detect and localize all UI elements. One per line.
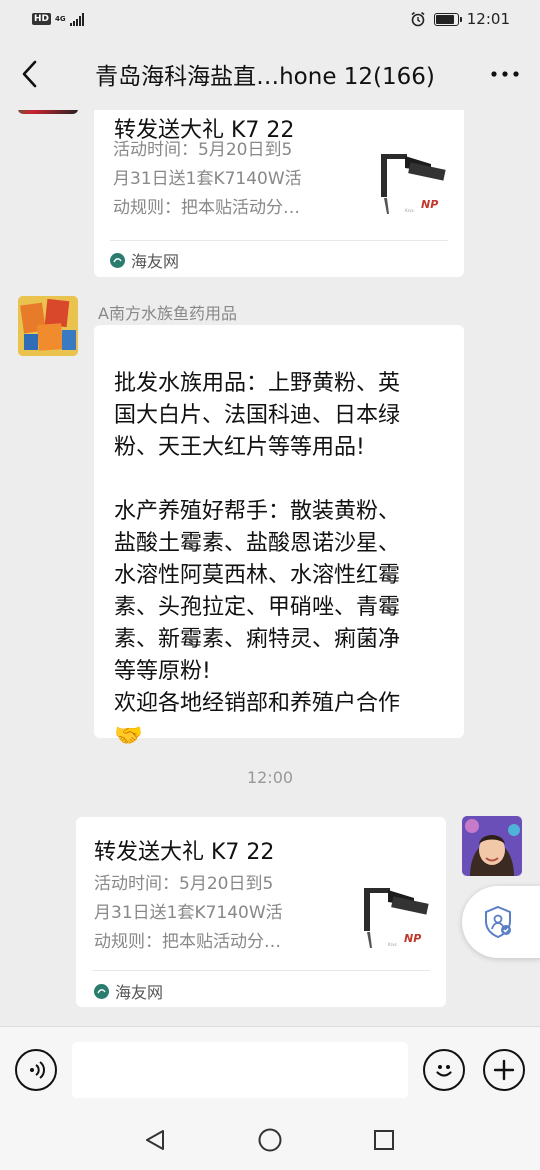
card-divider	[92, 970, 430, 971]
more-button[interactable]	[470, 38, 540, 110]
emoji-button[interactable]	[423, 1049, 465, 1091]
input-bar	[0, 1026, 540, 1110]
chat-header: 青岛海科海盐直…hone 12(166)	[0, 38, 540, 110]
product-thumbnail: NP Krvs	[375, 146, 447, 218]
battery-icon	[433, 12, 462, 26]
avatar-image	[462, 816, 522, 876]
svg-text:Krvs: Krvs	[388, 942, 397, 947]
card-title: 转发送大礼 K7 22	[94, 840, 275, 865]
status-left: HD 4G	[32, 12, 84, 26]
voice-icon	[30, 1061, 45, 1079]
message-input[interactable]	[72, 1042, 408, 1098]
message-bubble[interactable]: 批发水族用品：上野黄粉、英 国大白片、法国科迪、日本绿 粉、天王大红片等等用品!…	[94, 325, 464, 749]
card-source-label: 海友网	[115, 983, 164, 1002]
system-nav-bar	[0, 1110, 540, 1170]
product-thumbnail: NP Krvs	[358, 880, 430, 952]
card-description: 活动时间：5月20日到5 月31日送1套K7140W活 动规则：把本贴活动分…	[113, 140, 302, 218]
shield-icon	[485, 905, 511, 939]
status-time: 12:01	[466, 10, 510, 28]
triangle-back-icon	[146, 1130, 164, 1150]
my-avatar[interactable]	[462, 816, 522, 876]
chat-title: 青岛海科海盐直…hone 12(166)	[95, 64, 435, 90]
more-icon	[491, 71, 519, 77]
chevron-left-icon	[22, 60, 37, 88]
share-card-top[interactable]: 转发送大礼 K7 22 活动时间：5月20日到5 月31日送1套K7140W活 …	[94, 110, 464, 277]
card-divider	[110, 240, 448, 241]
signal-icon	[69, 12, 84, 26]
back-button[interactable]	[0, 38, 60, 110]
voice-button[interactable]	[15, 1049, 57, 1091]
network-type: 4G	[55, 14, 66, 23]
hd-badge: HD	[32, 13, 52, 25]
nav-recents-button[interactable]	[370, 1126, 398, 1154]
nav-back-button[interactable]	[141, 1126, 169, 1154]
square-recents-icon	[374, 1130, 394, 1150]
message-text: 批发水族用品：上野黄粉、英 国大白片、法国科迪、日本绿 粉、天王大红片等等用品!…	[114, 371, 401, 716]
card-source: 海友网	[110, 248, 179, 272]
share-card-own[interactable]: 转发送大礼 K7 22 活动时间：5月20日到5 月31日送1套K7140W活 …	[76, 817, 446, 1007]
nav-home-button[interactable]	[256, 1126, 284, 1154]
status-right: 12:01	[410, 10, 510, 28]
emoji-icon	[436, 1065, 452, 1077]
handshake-emoji: 🤝	[114, 723, 143, 749]
card-source-label: 海友网	[131, 252, 180, 271]
sender-avatar-partial[interactable]	[18, 110, 78, 114]
card-description: 活动时间：5月20日到5 月31日送1套K7140W活 动规则：把本贴活动分…	[94, 874, 283, 952]
sender-name: A南方水族鱼药用品	[98, 304, 237, 323]
svg-text:Krvs: Krvs	[405, 208, 414, 213]
sender-avatar[interactable]	[18, 296, 78, 356]
add-button[interactable]	[483, 1049, 525, 1091]
source-logo-icon	[110, 252, 125, 268]
plus-icon	[493, 1059, 515, 1081]
message-timestamp: 12:00	[246, 768, 294, 787]
svg-text:NP: NP	[421, 198, 438, 211]
card-source: 海友网	[94, 979, 163, 1003]
chat-area[interactable]: 转发送大礼 K7 22 活动时间：5月20日到5 月31日送1套K7140W活 …	[0, 110, 540, 1026]
security-float-button[interactable]	[462, 886, 540, 958]
circle-home-icon	[258, 1128, 282, 1152]
alarm-icon	[411, 11, 425, 27]
source-logo-icon	[94, 983, 109, 999]
avatar-image	[18, 296, 78, 356]
svg-text:NP: NP	[404, 932, 421, 945]
status-bar: HD 4G 12:01	[0, 0, 540, 38]
